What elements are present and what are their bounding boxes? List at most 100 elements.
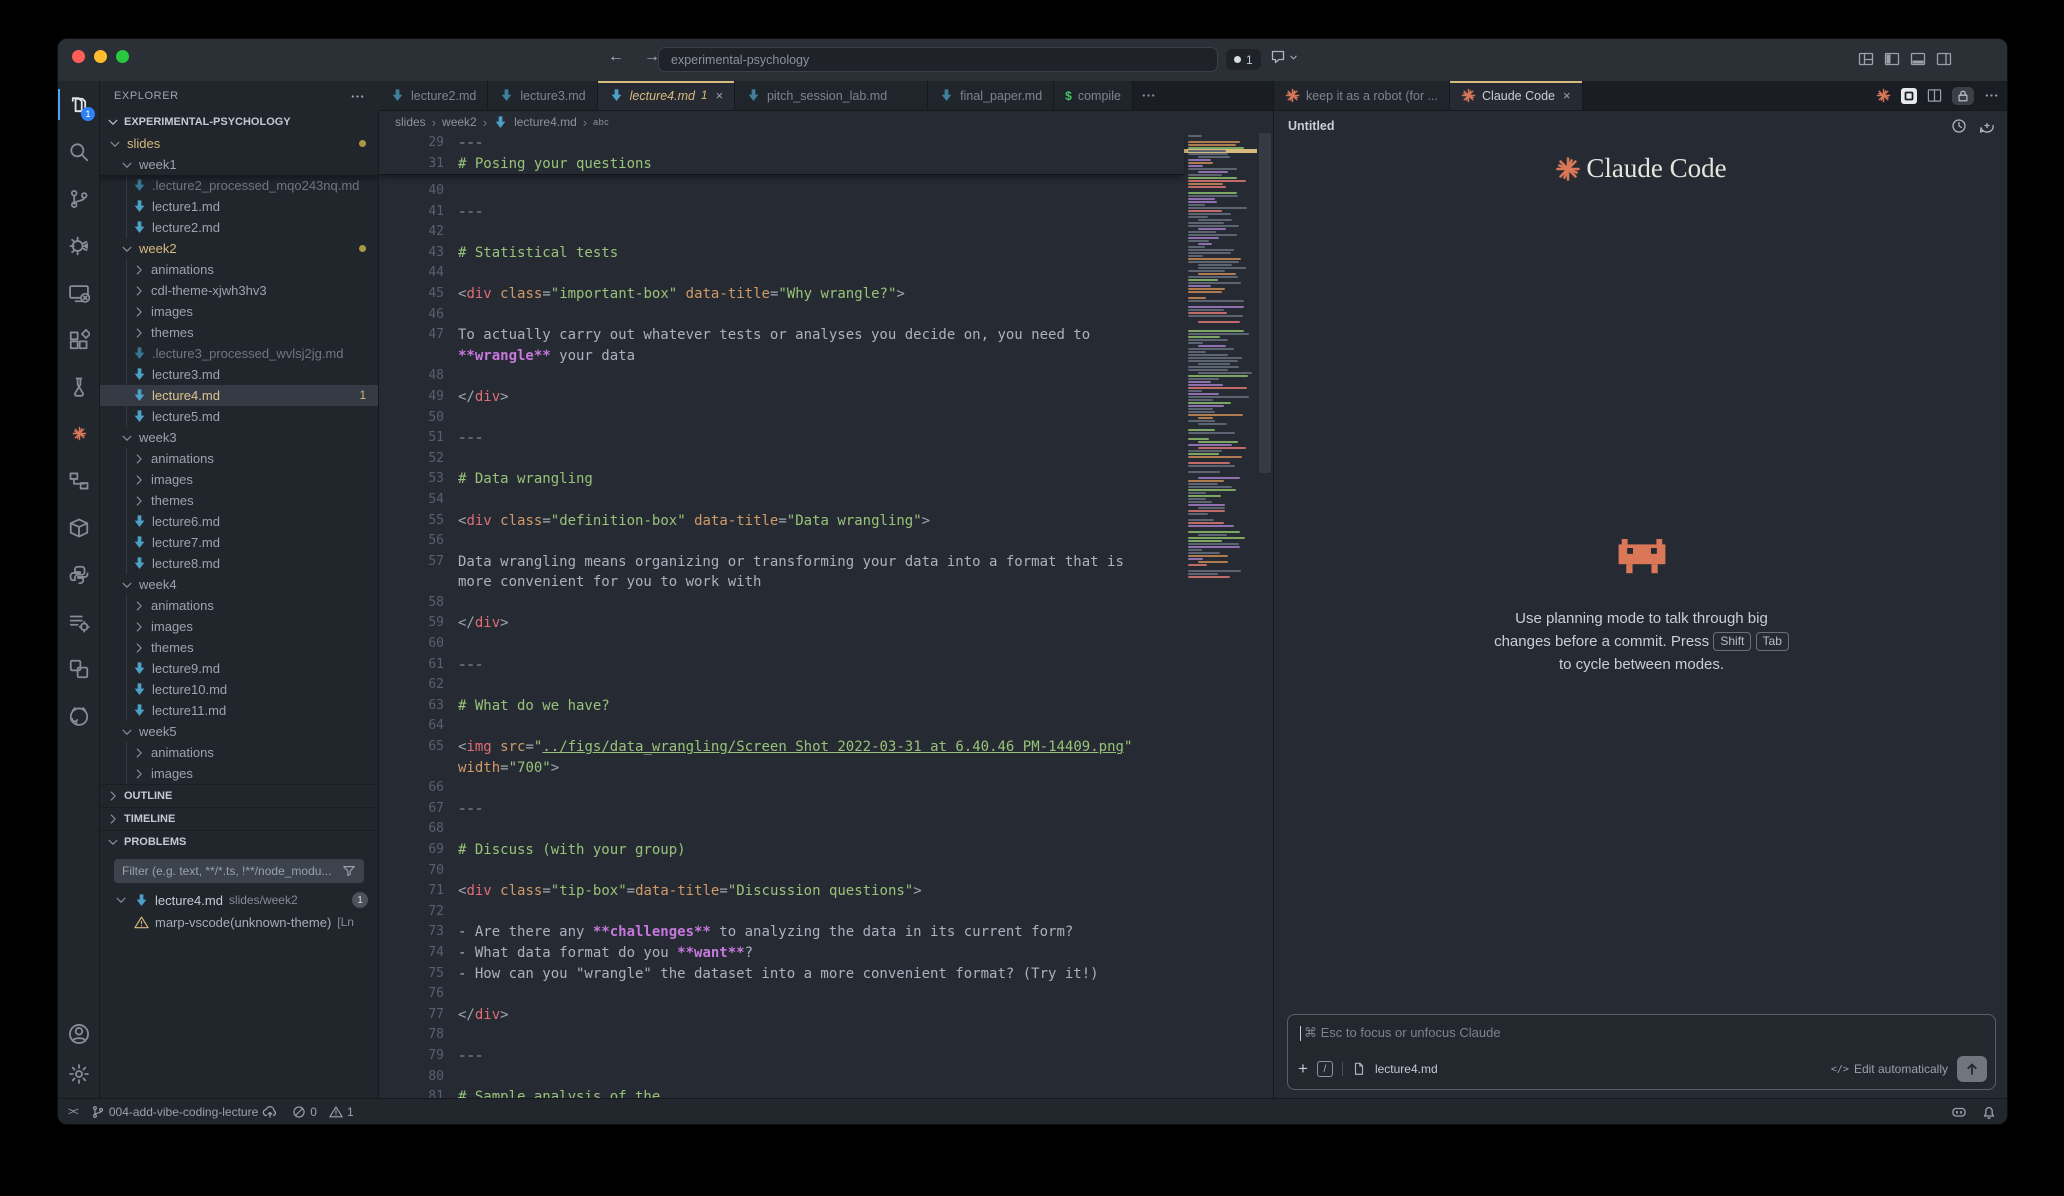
chat-menu-button[interactable] [1270,49,1299,65]
remote-indicator[interactable]: >< [68,1106,77,1118]
tree-item-animations[interactable]: animations [100,259,378,280]
tab-claude-code[interactable]: Claude Code × [1450,81,1583,110]
tree-item-week2[interactable]: week2 [100,238,378,259]
more-tabs-button[interactable] [1133,81,1164,110]
tree-item-lecture6-md[interactable]: lecture6.md [100,511,378,532]
customize-layout-button[interactable] [1858,51,1874,67]
tree-item-images[interactable]: images [100,763,378,784]
toggle-secondary-sidebar-button[interactable] [1936,51,1952,67]
toggle-panel-button[interactable] [1910,51,1926,67]
tree-item-week3[interactable]: week3 [100,427,378,448]
problems-filter-input[interactable]: Filter (e.g. text, **/*.ts, !**/node_mod… [114,859,364,883]
tab-lecture2-md[interactable]: lecture2.md [379,81,488,110]
close-window-button[interactable] [72,50,85,63]
tab-compile[interactable]: $ compile [1054,81,1133,110]
breadcrumb-lecture4-md[interactable]: lecture4.md [514,115,577,129]
code-editor[interactable]: 40 41--- 42 43# Statistical tests 44 45<… [379,133,1273,1100]
tree-item-lecture10-md[interactable]: lecture10.md [100,679,378,700]
slash-commands-button[interactable]: / [1317,1061,1333,1077]
tree-item-images[interactable]: images [100,469,378,490]
claude-action-button[interactable] [1876,88,1891,103]
activity-settings[interactable] [58,1054,100,1094]
activity-run-debug[interactable] [58,222,100,269]
section-timeline[interactable]: TIMELINE [100,807,378,830]
tree-item-week4[interactable]: week4 [100,574,378,595]
section-problems[interactable]: PROBLEMS [100,830,378,853]
breadcrumb-week2[interactable]: week2 [442,115,477,129]
tree-item-lecture2-processed-mqo243nq-md[interactable]: .lecture2_processed_mqo243nq.md [100,175,378,196]
tree-item-lecture1-md[interactable]: lecture1.md [100,196,378,217]
tree-item-themes[interactable]: themes [100,490,378,511]
tree-item-lecture7-md[interactable]: lecture7.md [100,532,378,553]
new-chat-icon[interactable] [1979,118,1995,134]
tree-item-themes[interactable]: themes [100,637,378,658]
minimize-window-button[interactable] [94,50,107,63]
activity-explorer[interactable]: 1 [58,81,100,128]
activity-remote[interactable] [58,269,100,316]
tree-item-themes[interactable]: themes [100,322,378,343]
close-tab-icon[interactable]: × [1563,88,1571,103]
activity-search[interactable] [58,128,100,175]
claude-prompt-input[interactable]: ⌘ Esc to focus or unfocus Claude + / lec… [1287,1014,1996,1090]
problems-file-row[interactable]: lecture4.mdslides/week2 1 [100,889,378,911]
breadcrumb-symbol[interactable]: abc [593,117,609,127]
activity-pipeline[interactable] [58,457,100,504]
tree-item-images[interactable]: images [100,616,378,637]
attached-file-label[interactable]: lecture4.md [1375,1062,1438,1076]
tree-item-lecture11-md[interactable]: lecture11.md [100,700,378,721]
activity-container[interactable] [58,504,100,551]
claude-editor-button[interactable] [1901,88,1917,104]
history-clock-icon[interactable] [1951,118,1967,134]
activity-account[interactable] [58,1014,100,1054]
tree-root[interactable]: EXPERIMENTAL-PSYCHOLOGY [100,111,378,133]
activity-source-control[interactable] [58,175,100,222]
tree-item-lecture3-processed-wvlsj2jg-md[interactable]: .lecture3_processed_wvlsj2jg.md [100,343,378,364]
tree-item-lecture2-md[interactable]: lecture2.md [100,217,378,238]
split-editor-button[interactable] [1927,88,1942,103]
activity-testing[interactable] [58,363,100,410]
notifications-bell[interactable] [1981,1104,1997,1120]
attach-plus-button[interactable]: + [1298,1059,1308,1079]
tab-pitch-session-lab-md[interactable]: pitch_session_lab.md [735,81,928,110]
section-outline[interactable]: OUTLINE [100,784,378,807]
tree-item-animations[interactable]: animations [100,595,378,616]
zoom-window-button[interactable] [116,50,129,63]
problems-status[interactable]: 0 1 [292,1105,353,1119]
scrollbar-slider[interactable] [1259,133,1271,473]
git-branch-status[interactable]: 004-add-vibe-coding-lecture [91,1104,278,1120]
tree-item-animations[interactable]: animations [100,742,378,763]
send-button[interactable] [1957,1056,1987,1082]
activity-code-settings[interactable] [58,598,100,645]
lock-editor-group-button[interactable] [1952,87,1974,105]
minimap[interactable] [1184,133,1257,593]
tree-item-lecture3-md[interactable]: lecture3.md [100,364,378,385]
activity-extensions[interactable] [58,316,100,363]
copilot-status[interactable] [1951,1104,1967,1120]
more-actions-button[interactable] [1984,88,1999,103]
toggle-sidebar-button[interactable] [1884,51,1900,67]
editor-scrollbar[interactable] [1257,133,1273,1100]
explorer-more-actions-button[interactable] [350,89,365,104]
activity-python-env[interactable] [58,645,100,692]
tree-item-cdl-theme-xjwh3hv3[interactable]: cdl-theme-xjwh3hv3 [100,280,378,301]
tree-item-lecture9-md[interactable]: lecture9.md [100,658,378,679]
tree-item-slides[interactable]: slides [100,133,378,154]
tab-keep-it-as-a-robot-for[interactable]: keep it as a robot (for ... [1274,81,1450,110]
tree-item-week5[interactable]: week5 [100,721,378,742]
history-back-button[interactable]: ← [606,48,626,66]
activity-github[interactable] [58,692,100,739]
tree-item-lecture5-md[interactable]: lecture5.md [100,406,378,427]
command-center-search[interactable]: experimental-psychology [658,47,1218,72]
close-tab-icon[interactable]: × [715,88,723,103]
tree-item-lecture8-md[interactable]: lecture8.md [100,553,378,574]
tree-item-week1[interactable]: week1 [100,154,378,175]
tab-final-paper-md[interactable]: final_paper.md [928,81,1054,110]
tree-item-animations[interactable]: animations [100,448,378,469]
edit-mode-selector[interactable]: </> Edit automatically [1831,1062,1948,1076]
tab-lecture4-md[interactable]: lecture4.md 1 × [598,81,735,110]
tab-lecture3-md[interactable]: lecture3.md [488,81,597,110]
tree-item-lecture4-md[interactable]: lecture4.md 1 [100,385,378,406]
tree-item-images[interactable]: images [100,301,378,322]
activity-python[interactable] [58,551,100,598]
problem-item-row[interactable]: marp-vscode(unknown-theme)[Ln [100,911,378,933]
